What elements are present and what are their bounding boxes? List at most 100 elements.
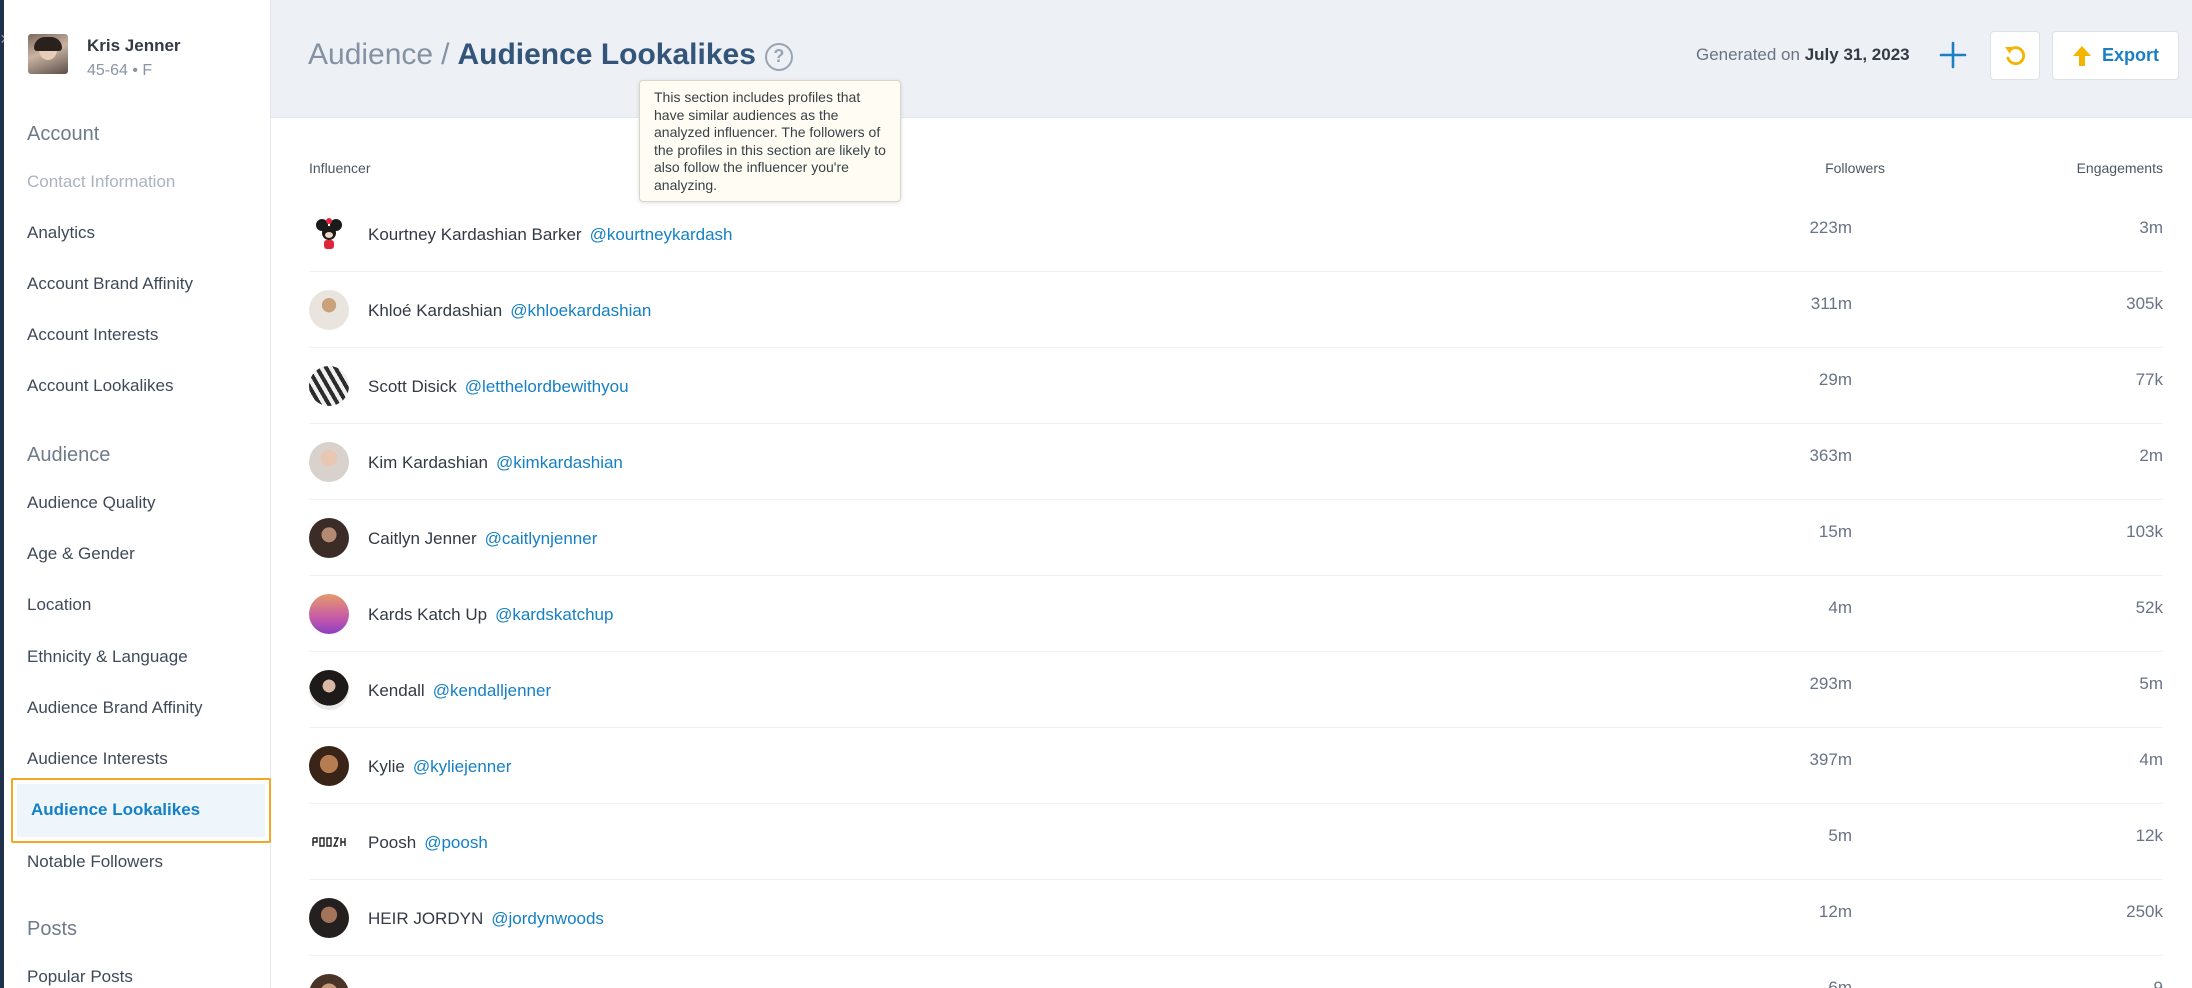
sidebar: Kris Jenner 45-64 • F Account Contact In… [4,0,271,988]
influencer-cell: Poosh @poosh [368,833,488,853]
influencer-name[interactable]: Kylie [368,757,405,776]
avatar [309,974,349,988]
plus-icon [1939,41,1967,69]
breadcrumb: Audience / Audience Lookalikes ? [308,38,793,72]
sidebar-item-account-brand-affinity[interactable]: Account Brand Affinity [27,274,193,294]
export-label: Export [2101,45,2159,65]
influencer-handle[interactable]: @kourtneykardash [590,225,733,244]
influencer-cell: HEIR JORDYN @jordynwoods [368,909,604,929]
sidebar-item-audience-interests[interactable]: Audience Interests [27,749,168,769]
export-button[interactable]: Export [2052,31,2179,80]
sidebar-item-audience-brand-affinity[interactable]: Audience Brand Affinity [27,698,202,718]
sidebar-item-popular-posts[interactable]: Popular Posts [27,967,133,987]
influencer-handle[interactable]: @poosh [424,833,488,852]
influencer-handle[interactable]: @caitlynjenner [485,529,598,548]
avatar [28,34,68,74]
influencer-cell: Khloé Kardashian @khloekardashian [368,301,651,321]
table-row[interactable]: Kendall @kendalljenner 293m 5m [309,652,2163,728]
avatar [309,214,349,254]
followers-value: 12m [1818,902,1852,921]
column-header-engagements[interactable]: Engagements [2077,160,2163,176]
sidebar-item-age-gender[interactable]: Age & Gender [27,544,135,564]
engagements-value: 305k [2126,294,2163,313]
column-header-influencer[interactable]: Influencer [309,160,370,176]
engagements-value: 5m [2139,674,2163,693]
table-row[interactable]: Kim Kardashian @kimkardashian 363m 2m [309,424,2163,500]
generated-prefix: Generated on [1696,45,1800,64]
table-row[interactable]: Scott Disick @letthelordbewithyou 29m 77k [309,348,2163,424]
sidebar-item-notable-followers[interactable]: Notable Followers [27,852,163,872]
sidebar-item-analytics[interactable]: Analytics [27,223,95,243]
influencer-cell: Caitlyn Jenner @caitlynjenner [368,529,597,549]
column-header-followers[interactable]: Followers [1825,160,1885,176]
followers-value: 397m [1809,750,1852,769]
avatar [309,670,349,710]
engagements-value: 250k [2126,902,2163,921]
table-row[interactable]: Poosh @poosh 5m 12k [309,804,2163,880]
avatar [309,822,349,862]
influencer-handle[interactable]: @jordynwoods [491,909,604,928]
influencer-name[interactable]: HEIR JORDYN [368,909,483,928]
table-row[interactable]: HEIR JORDYN @jordynwoods 12m 250k [309,880,2163,956]
influencer-name[interactable]: Caitlyn Jenner [368,529,477,548]
influencer-name[interactable]: Kourtney Kardashian Barker [368,225,582,244]
sidebar-section-audience: Audience [27,444,111,466]
followers-value: 311m [1810,294,1852,313]
reset-button[interactable] [1990,31,2040,80]
influencer-handle[interactable]: @kardskatchup [495,605,613,624]
sidebar-item-location[interactable]: Location [27,595,91,615]
influencer-cell: Kim Kardashian @kimkardashian [368,453,623,473]
engagements-value: 52k [2135,598,2163,617]
engagements-value: 9 [2153,978,2163,988]
engagements-value: 4m [2139,750,2163,769]
table-row[interactable]: Caitlyn Jenner @caitlynjenner 15m 103k [309,500,2163,576]
influencer-handle[interactable]: @letthelordbewithyou [465,377,629,396]
table-row[interactable]: Kourtney Kardashian Barker @kourtneykarda… [309,196,2163,272]
page-header: Audience / Audience Lookalikes ? Generat… [271,0,2192,118]
engagements-value: 3m [2139,218,2163,237]
followers-value: 4m [1828,598,1852,617]
profile-card[interactable]: Kris Jenner 45-64 • F [28,34,181,80]
add-button[interactable] [1936,38,1970,72]
sidebar-section-account: Account [27,123,100,145]
influencer-name[interactable]: Kards Katch Up [368,605,487,624]
influencer-cell: Kylie @kyliejenner [368,757,511,777]
influencer-name[interactable]: Scott Disick [368,377,457,396]
sidebar-item-audience-quality[interactable]: Audience Quality [27,493,156,513]
influencer-name[interactable]: Khloé Kardashian [368,301,502,320]
avatar [309,746,349,786]
engagements-value: 2m [2139,446,2163,465]
profile-meta: 45-64 • F [87,62,153,79]
sidebar-item-audience-lookalikes[interactable]: Audience Lookalikes [11,778,271,843]
avatar [309,898,349,938]
influencer-name[interactable]: Poosh [368,833,416,852]
influencer-handle[interactable]: @khloekardashian [510,301,651,320]
followers-value: 223m [1809,218,1852,237]
page-title: Audience Lookalikes [457,38,756,71]
sidebar-item-account-lookalikes[interactable]: Account Lookalikes [27,376,173,396]
influencer-name[interactable]: Kim Kardashian [368,453,488,472]
influencer-cell: Scott Disick @letthelordbewithyou [368,377,629,397]
sidebar-item-account-interests[interactable]: Account Interests [27,325,158,345]
followers-value: 5m [1828,826,1852,845]
influencer-handle[interactable]: @kyliejenner [413,757,512,776]
influencer-cell: Kendall @kendalljenner [368,681,551,701]
table-row[interactable]: Khloé Kardashian @khloekardashian 311m 30… [309,272,2163,348]
sidebar-item-ethnicity-language[interactable]: Ethnicity & Language [27,647,188,667]
breadcrumb-separator: / [441,38,450,71]
sidebar-section-posts: Posts [27,918,78,940]
influencer-handle[interactable]: @kendalljenner [433,681,551,700]
poosh-logo-icon [312,837,346,847]
breadcrumb-parent[interactable]: Audience [308,38,433,72]
generated-date: Generated on July 31, 2023 [1696,45,1910,65]
engagements-value: 77k [2135,370,2163,389]
table-row[interactable]: 6m 9 [309,956,2163,988]
table-row[interactable]: Kylie @kyliejenner 397m 4m [309,728,2163,804]
help-icon[interactable]: ? [764,42,793,71]
sidebar-item-contact-information[interactable]: Contact Information [27,172,175,192]
influencer-name[interactable]: Kendall [368,681,425,700]
generated-date-value: July 31, 2023 [1804,45,1910,64]
table-row[interactable]: Kards Katch Up @kardskatchup 4m 52k [309,576,2163,652]
followers-value: 15m [1818,522,1852,541]
influencer-handle[interactable]: @kimkardashian [496,453,623,472]
